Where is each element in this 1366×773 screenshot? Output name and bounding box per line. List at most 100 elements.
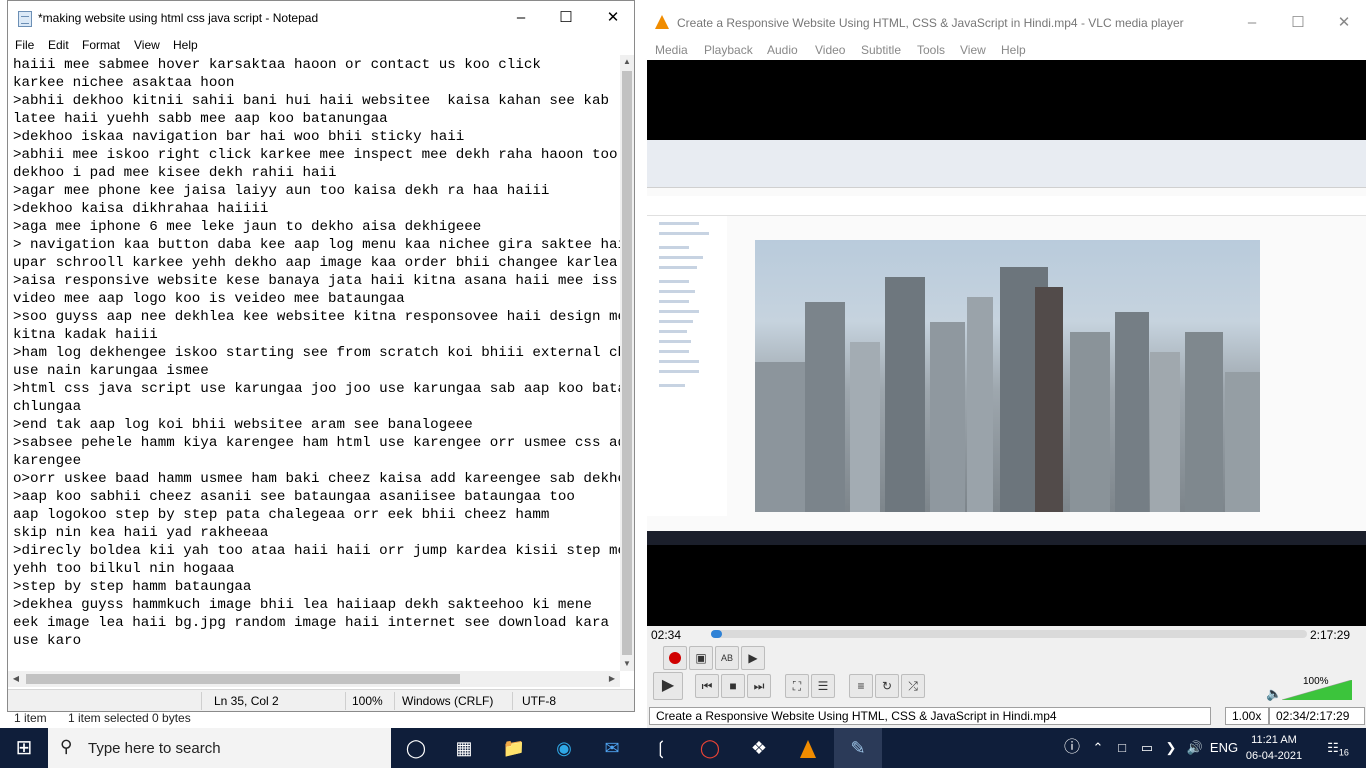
loop-ab-icon[interactable]: AB xyxy=(715,646,739,670)
vertical-scrollbar[interactable]: ▲ ▼ xyxy=(620,55,634,671)
menu-format[interactable]: Format xyxy=(82,38,120,52)
cortana-icon[interactable]: ◯ xyxy=(392,728,440,768)
vlc-menu-subtitle[interactable]: Subtitle xyxy=(861,43,901,57)
vlc-title-bar[interactable]: Create a Responsive Website Using HTML, … xyxy=(647,0,1366,44)
vlc-taskbar-icon[interactable] xyxy=(784,728,832,768)
text-line: >html css java script use karungaa joo j… xyxy=(13,381,620,397)
text-line: >aap koo sabhii cheez asanii see bataung… xyxy=(13,489,575,505)
vlc-maximize-button[interactable]: ☐ xyxy=(1275,6,1321,40)
notification-center-icon[interactable]: ☷16 xyxy=(1318,728,1358,768)
seek-bar[interactable] xyxy=(711,630,1307,638)
text-line: >abhii mee iskoo right click karkee mee … xyxy=(13,147,618,163)
vlc-controls: 02:34 2:17:29 ▣ AB ▶ ▶ ⏮ ■ ⏭ ⛶ ☰ ≡ ↻ ⤮ 🔈… xyxy=(647,626,1366,706)
text-line: >abhii dekhoo kitnii sahii bani hui haii… xyxy=(13,93,609,109)
clock[interactable]: 11:21 AM 06-04-2021 xyxy=(1242,732,1306,764)
fullscreen-icon[interactable]: ⛶ xyxy=(785,674,809,698)
scroll-left-arrow-icon[interactable]: ◀ xyxy=(8,671,24,687)
scroll-right-arrow-icon[interactable]: ▶ xyxy=(604,671,620,687)
vlc-minimize-button[interactable]: – xyxy=(1229,6,1275,40)
task-view-icon[interactable]: ▦ xyxy=(440,728,488,768)
text-line: video mee aap logo koo is veideo mee bat… xyxy=(13,291,405,307)
volume-icon[interactable]: 🔊 xyxy=(1184,728,1206,768)
vertical-scroll-thumb[interactable] xyxy=(622,71,632,655)
encoding: UTF-8 xyxy=(522,694,556,708)
app-icon[interactable]: ❲ xyxy=(637,728,685,768)
playlist-icon[interactable]: ≡ xyxy=(849,674,873,698)
menu-file[interactable]: File xyxy=(15,38,34,52)
taskbar-search[interactable]: ⚲ Type here to search xyxy=(48,728,391,768)
horizontal-scroll-thumb[interactable] xyxy=(26,674,460,684)
text-line: upar schrooll karkee yehh dekho aap imag… xyxy=(13,255,618,271)
stop-icon[interactable]: ■ xyxy=(721,674,745,698)
chrome-icon[interactable]: ◯ xyxy=(686,728,734,768)
horizontal-scrollbar[interactable]: ◀ ▶ xyxy=(8,671,620,687)
notepad-title-bar[interactable]: *making website using html css java scri… xyxy=(8,1,634,37)
notepad-app-icon xyxy=(18,11,32,27)
loop-icon[interactable]: ↻ xyxy=(875,674,899,698)
vlc-menu-playback[interactable]: Playback xyxy=(704,43,753,57)
volume-slider[interactable] xyxy=(1282,680,1352,700)
help-icon[interactable]: ⓘ xyxy=(1060,728,1084,768)
playback-speed[interactable]: 1.00x xyxy=(1225,707,1269,725)
text-line: kitna kadak haiii xyxy=(13,327,158,343)
vlc-menu-help[interactable]: Help xyxy=(1001,43,1026,57)
notepad-status-bar: Ln 35, Col 2 100% Windows (CRLF) UTF-8 xyxy=(8,689,634,711)
file-explorer-icon[interactable]: 📁 xyxy=(490,728,538,768)
network-icon[interactable]: ❯ xyxy=(1160,728,1182,768)
text-line: chlungaa xyxy=(13,399,82,415)
vlc-menu-audio[interactable]: Audio xyxy=(767,43,798,57)
battery-icon[interactable]: ▭ xyxy=(1136,728,1158,768)
minimize-button[interactable]: – xyxy=(498,1,544,35)
dropbox-icon[interactable]: ❖ xyxy=(735,728,783,768)
status-filename: Create a Responsive Website Using HTML, … xyxy=(649,707,1211,725)
text-line: karkee nichee asaktaa hoon xyxy=(13,75,235,91)
text-line: >sabsee pehele hamm kiya karengee ham ht… xyxy=(13,435,620,451)
notepad-text-area[interactable]: haiii mee sabmee hover karsaktaa haoon o… xyxy=(8,55,620,671)
speaker-icon[interactable]: 🔈 xyxy=(1266,686,1282,702)
video-inner-taskbar xyxy=(647,531,1366,545)
play-button[interactable]: ▶ xyxy=(653,672,683,700)
start-button[interactable]: ⊞ xyxy=(0,728,48,768)
video-explorer-address-bar xyxy=(647,196,1366,216)
edge-icon[interactable]: ◉ xyxy=(540,728,588,768)
shuffle-icon[interactable]: ⤮ xyxy=(901,674,925,698)
vlc-window: Create a Responsive Website Using HTML, … xyxy=(647,0,1366,728)
text-line: >step by step hamm bataungaa xyxy=(13,579,252,595)
menu-view[interactable]: View xyxy=(134,38,160,52)
notepad-taskbar-icon[interactable]: ✎ xyxy=(834,728,882,768)
vlc-close-button[interactable]: ✕ xyxy=(1321,6,1366,40)
snapshot-icon[interactable]: ▣ xyxy=(689,646,713,670)
vlc-menu-tools[interactable]: Tools xyxy=(917,43,945,57)
seek-bar-fill xyxy=(711,630,723,638)
vlc-menu-video[interactable]: Video xyxy=(815,43,845,57)
previous-icon[interactable]: ⏮ xyxy=(695,674,719,698)
text-line: >ham log dekhengee iskoo starting see fr… xyxy=(13,345,620,361)
menu-edit[interactable]: Edit xyxy=(48,38,69,52)
close-button[interactable]: ✕ xyxy=(590,1,636,35)
frame-step-icon[interactable]: ▶ xyxy=(741,646,765,670)
language-indicator[interactable]: ENG xyxy=(1208,728,1240,768)
device-icon[interactable]: □ xyxy=(1112,728,1132,768)
status-time: 02:34/2:17:29 xyxy=(1269,707,1365,725)
next-icon[interactable]: ⏭ xyxy=(747,674,771,698)
scroll-up-arrow-icon[interactable]: ▲ xyxy=(620,55,634,69)
text-line: eek image lea haii bg.jpg random image h… xyxy=(13,615,609,631)
elapsed-time: 02:34 xyxy=(651,628,682,642)
menu-help[interactable]: Help xyxy=(173,38,198,52)
text-line xyxy=(13,650,620,668)
video-area[interactable] xyxy=(647,60,1366,626)
video-explorer-nav-pane xyxy=(647,216,727,516)
text-line: latee haii yuehh sabb mee aap koo batanu… xyxy=(13,111,388,127)
show-hidden-icons-icon[interactable]: ⌃ xyxy=(1088,728,1108,768)
vlc-menu-bar: Media Playback Audio Video Subtitle Tool… xyxy=(647,40,1366,60)
text-line: aap logokoo step by step pata chalegeaa … xyxy=(13,507,550,523)
text-line: dekhoo i pad mee kisee dekh rahii haii xyxy=(13,165,337,181)
vlc-menu-view[interactable]: View xyxy=(960,43,986,57)
vlc-menu-media[interactable]: Media xyxy=(655,43,688,57)
maximize-button[interactable]: ☐ xyxy=(543,1,589,35)
mail-icon[interactable]: ✉ xyxy=(588,728,636,768)
scroll-down-arrow-icon[interactable]: ▼ xyxy=(620,657,634,671)
text-line: skip nin kea haii yad rakheeaa xyxy=(13,525,269,541)
record-button[interactable] xyxy=(663,646,687,670)
extended-settings-icon[interactable]: ☰ xyxy=(811,674,835,698)
